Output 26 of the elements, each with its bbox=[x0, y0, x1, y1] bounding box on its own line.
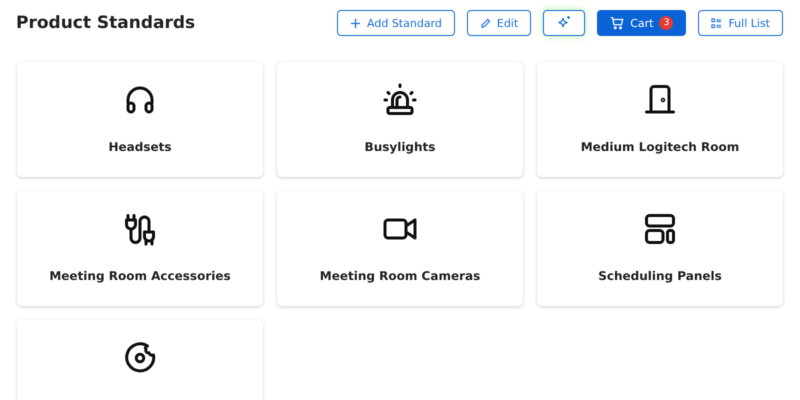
siren-icon bbox=[382, 82, 418, 118]
edit-button[interactable]: Edit bbox=[466, 10, 532, 36]
add-standard-button[interactable]: Add Standard bbox=[337, 10, 455, 36]
category-label: Meeting Room Cameras bbox=[320, 269, 480, 283]
category-card[interactable]: Medium Logitech Room bbox=[537, 62, 783, 177]
category-card[interactable]: Meeting Room Accessories bbox=[17, 191, 263, 306]
category-card[interactable]: Scheduling Panels bbox=[537, 191, 783, 306]
category-card[interactable]: Headsets bbox=[17, 62, 263, 177]
category-label: Meeting Room Accessories bbox=[49, 269, 231, 283]
category-label: Scheduling Panels bbox=[598, 269, 722, 283]
list-icon bbox=[711, 18, 722, 28]
full-list-button[interactable]: Full List bbox=[698, 10, 783, 36]
layout-panels-icon bbox=[642, 211, 678, 247]
category-card[interactable]: Busylights bbox=[277, 62, 523, 177]
category-label: Medium Logitech Room bbox=[580, 140, 740, 154]
pencil-icon bbox=[480, 18, 491, 28]
category-label: Busylights bbox=[364, 140, 436, 154]
cart-count-badge: 3 bbox=[659, 16, 674, 30]
cart-icon bbox=[610, 16, 624, 30]
plus-icon bbox=[350, 18, 362, 28]
category-card[interactable]: Meeting Room Cameras bbox=[277, 191, 523, 306]
cart-button[interactable]: Cart 3 bbox=[597, 10, 686, 36]
category-label: Headsets bbox=[108, 140, 172, 154]
page-title: Product Standards bbox=[16, 13, 196, 33]
cable-plug-icon bbox=[122, 211, 158, 247]
sparkle-button[interactable] bbox=[543, 10, 586, 36]
